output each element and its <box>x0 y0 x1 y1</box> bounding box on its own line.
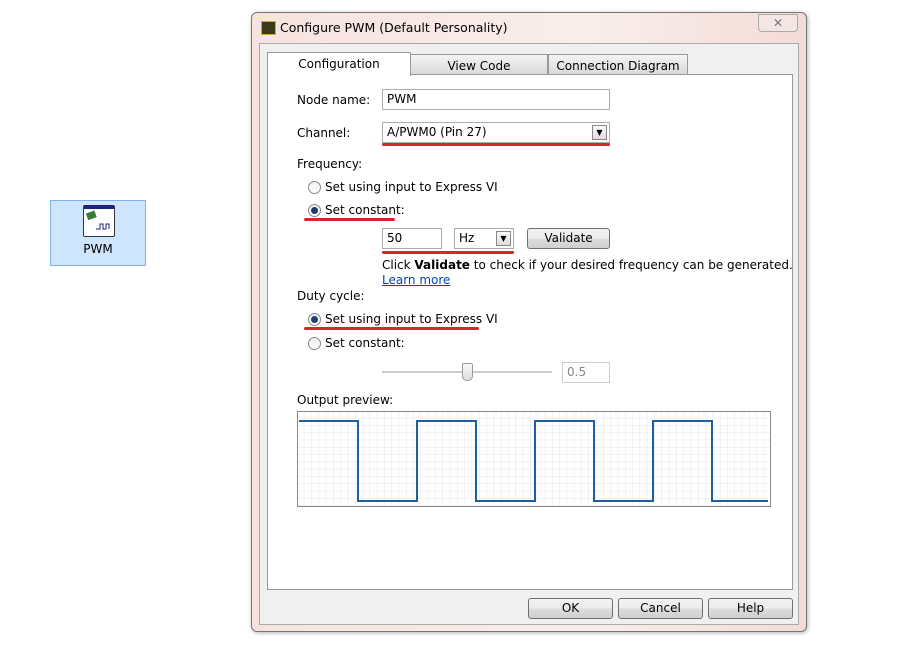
frequency-constant-label[interactable]: Set constant: <box>325 203 405 217</box>
dialog-title: Configure PWM (Default Personality) <box>280 20 508 35</box>
ok-button[interactable]: OK <box>528 598 613 619</box>
help-button[interactable]: Help <box>708 598 793 619</box>
node-name-label: Node name: <box>297 93 371 107</box>
duty-slider-thumb[interactable] <box>462 363 473 381</box>
hint-text: Click <box>382 258 415 272</box>
close-icon: ✕ <box>772 16 784 30</box>
duty-constant-label[interactable]: Set constant: <box>325 336 405 350</box>
pwm-node[interactable]: PWM <box>50 200 146 266</box>
close-button[interactable]: ✕ <box>758 14 798 32</box>
channel-label: Channel: <box>297 126 351 140</box>
tab-view-code[interactable]: View Code <box>410 54 548 76</box>
hint-text: to check if your desired frequency can b… <box>469 258 793 272</box>
output-preview-label: Output preview: <box>297 393 394 407</box>
duty-cycle-label: Duty cycle: <box>297 289 365 303</box>
app-icon <box>261 21 276 35</box>
duty-input-label[interactable]: Set using input to Express VI <box>325 312 498 326</box>
duty-input-radio[interactable] <box>308 313 321 326</box>
highlight-underline <box>304 218 395 221</box>
frequency-value-input[interactable]: 50 <box>382 228 442 249</box>
frequency-input-radio[interactable] <box>308 181 321 194</box>
highlight-underline <box>382 251 514 254</box>
channel-value: A/PWM0 (Pin 27) <box>387 125 487 139</box>
configure-pwm-dialog: Configure PWM (Default Personality) ✕ Co… <box>251 12 807 632</box>
pwm-express-vi-icon <box>83 205 115 237</box>
configuration-panel: Node name: PWM Channel: A/PWM0 (Pin 27) … <box>267 74 793 590</box>
channel-select[interactable]: A/PWM0 (Pin 27) ▼ <box>382 122 610 143</box>
cancel-button[interactable]: Cancel <box>618 598 703 619</box>
node-name-input[interactable]: PWM <box>382 89 610 110</box>
duty-value-input[interactable]: 0.5 <box>562 362 610 383</box>
highlight-underline <box>382 143 610 146</box>
tab-connection-diagram[interactable]: Connection Diagram <box>548 54 688 76</box>
validate-hint: Click Validate to check if your desired … <box>382 258 793 272</box>
frequency-unit-select[interactable]: Hz ▼ <box>454 228 514 249</box>
dialog-client: Configuration View Code Connection Diagr… <box>259 43 799 625</box>
chevron-down-icon[interactable]: ▼ <box>496 231 511 246</box>
hint-bold: Validate <box>414 258 470 272</box>
output-preview-graph <box>297 411 771 507</box>
frequency-constant-radio[interactable] <box>308 204 321 217</box>
frequency-label: Frequency: <box>297 157 363 171</box>
node-label: PWM <box>83 242 113 256</box>
highlight-underline <box>304 327 479 330</box>
validate-button[interactable]: Validate <box>527 228 610 249</box>
frequency-input-label[interactable]: Set using input to Express VI <box>325 180 498 194</box>
chevron-down-icon[interactable]: ▼ <box>592 125 607 140</box>
tab-configuration[interactable]: Configuration <box>267 52 411 76</box>
frequency-unit-value: Hz <box>459 231 475 245</box>
duty-constant-radio[interactable] <box>308 337 321 350</box>
learn-more-link[interactable]: Learn more <box>382 273 450 287</box>
